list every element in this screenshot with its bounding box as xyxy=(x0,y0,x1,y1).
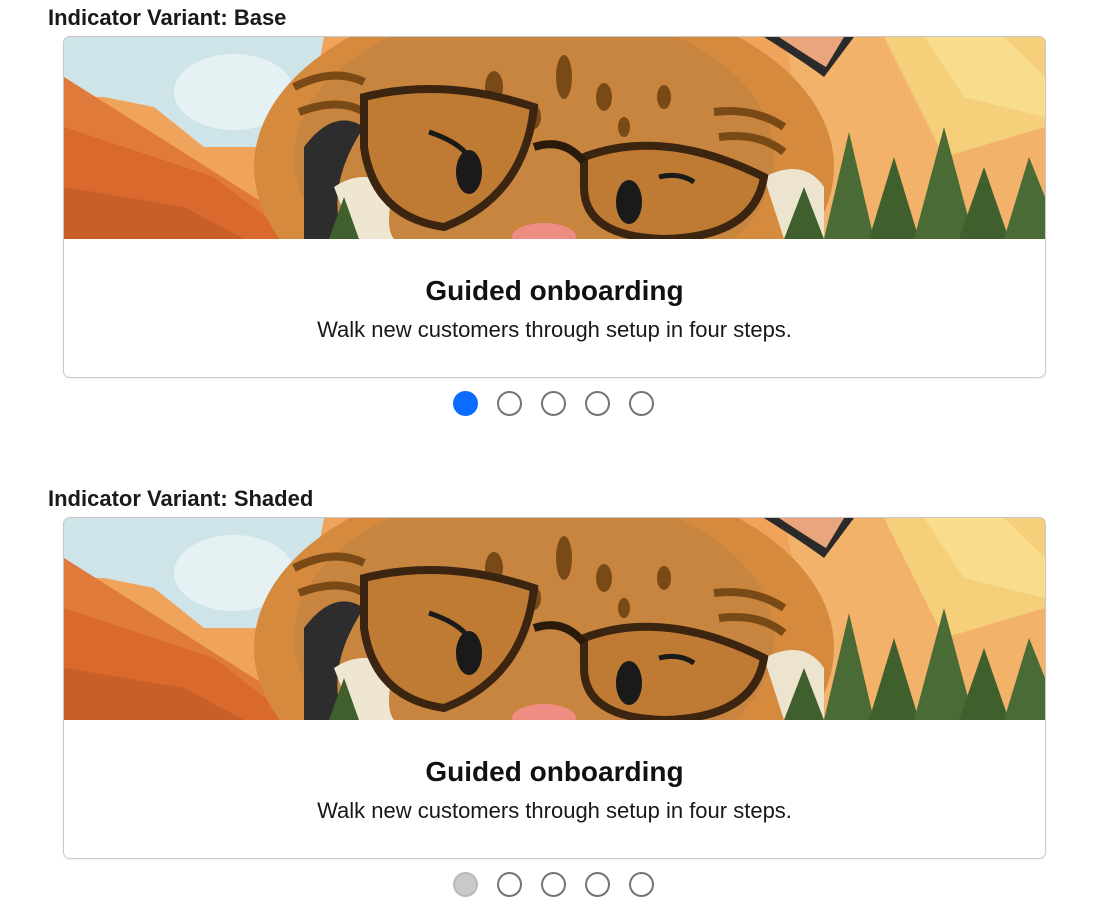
indicator-dot-5[interactable] xyxy=(629,391,654,416)
indicator-dot-4[interactable] xyxy=(585,872,610,897)
indicator-dot-2[interactable] xyxy=(497,391,522,416)
section-shaded: Indicator Variant: Shaded Guided onboard… xyxy=(0,481,1108,918)
card-body: Guided onboarding Walk new customers thr… xyxy=(64,239,1045,377)
cat-illustration xyxy=(64,37,1045,239)
indicator-dot-1[interactable] xyxy=(453,872,478,897)
indicator-dot-5[interactable] xyxy=(629,872,654,897)
section-title: Indicator Variant: Base xyxy=(48,5,287,30)
section-base: Indicator Variant: Base Guided onboardin… xyxy=(0,0,1108,440)
section-title: Indicator Variant: Shaded xyxy=(48,486,314,511)
carousel-card[interactable]: Guided onboarding Walk new customers thr… xyxy=(63,36,1046,378)
indicator-dot-2[interactable] xyxy=(497,872,522,897)
card-heading: Guided onboarding xyxy=(425,275,684,306)
carousel-indicators xyxy=(0,870,1108,902)
indicator-dot-4[interactable] xyxy=(585,391,610,416)
indicator-dot-3[interactable] xyxy=(541,872,566,897)
cat-illustration xyxy=(64,518,1045,720)
carousel-indicators xyxy=(0,389,1108,421)
indicator-dot-1[interactable] xyxy=(453,391,478,416)
card-banner-image xyxy=(64,37,1045,239)
card-body: Guided onboarding Walk new customers thr… xyxy=(64,720,1045,858)
carousel-card[interactable]: Guided onboarding Walk new customers thr… xyxy=(63,517,1046,859)
card-banner-image xyxy=(64,518,1045,720)
card-heading: Guided onboarding xyxy=(425,756,684,787)
card-description: Walk new customers through setup in four… xyxy=(317,798,792,823)
card-description: Walk new customers through setup in four… xyxy=(317,317,792,342)
indicator-dot-3[interactable] xyxy=(541,391,566,416)
